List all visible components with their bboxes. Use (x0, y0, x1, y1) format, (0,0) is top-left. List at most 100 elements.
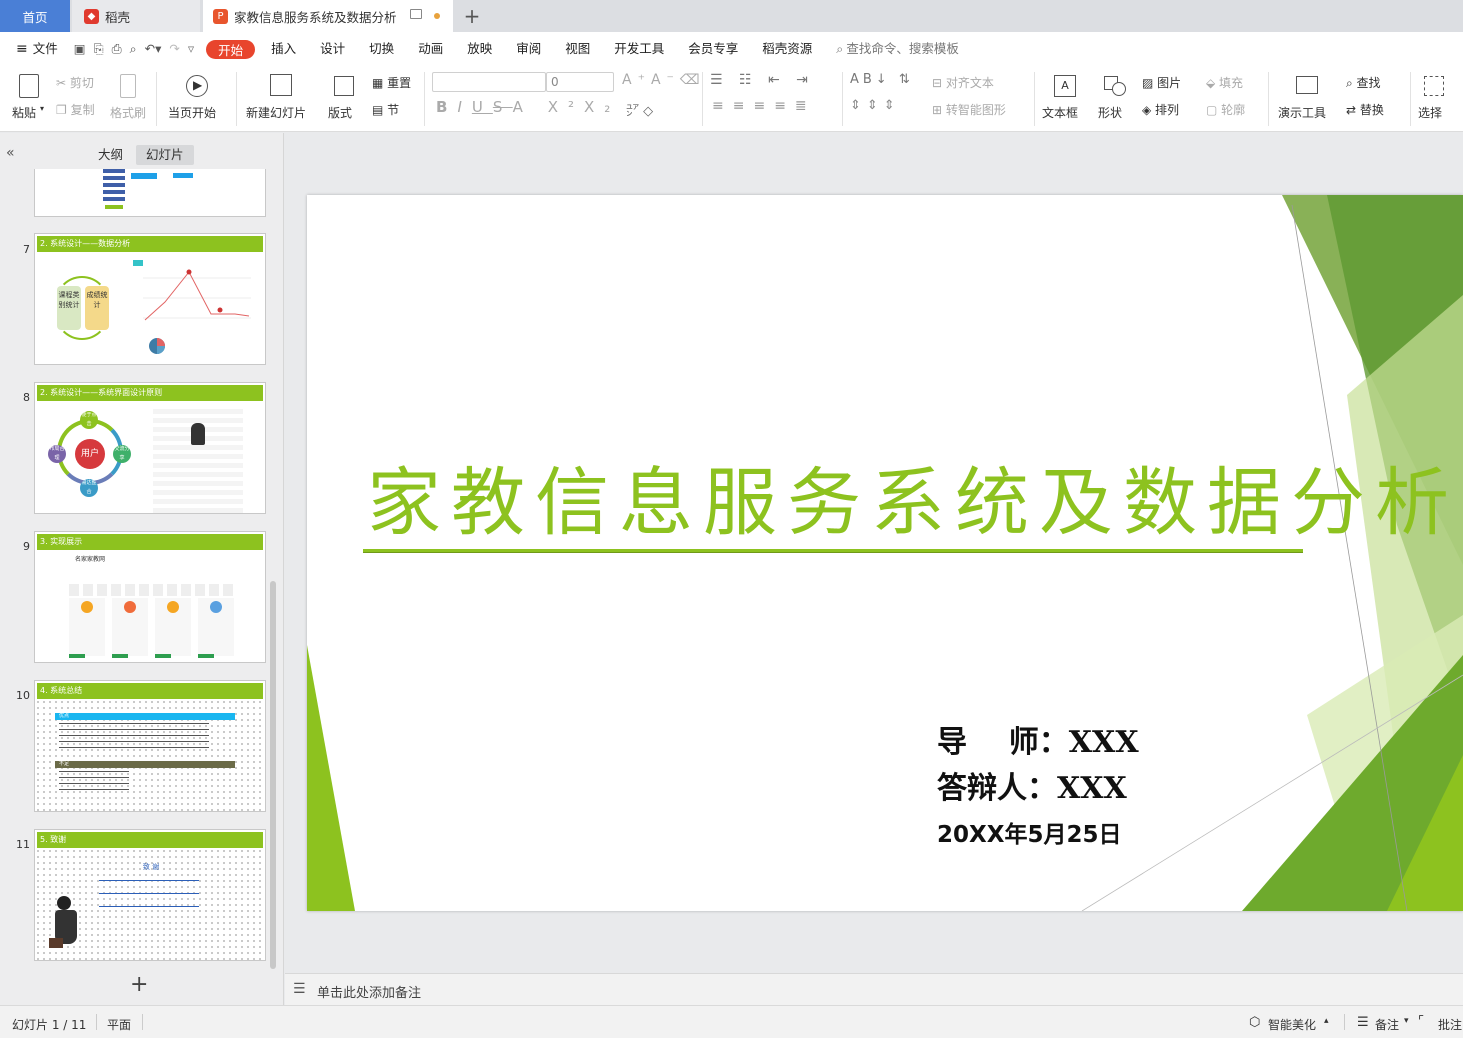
presentation-tools-button[interactable]: 演示工具 (1278, 70, 1338, 126)
ribbon-divider (424, 72, 425, 126)
thumbnail-title: 2. 系统设计——系统界面设计原则 (37, 385, 263, 401)
quick-access-dropdown-icon[interactable]: ▿ (184, 38, 202, 60)
menu-developer[interactable]: 开发工具 (602, 38, 676, 60)
person-image (191, 423, 205, 445)
outline-button[interactable]: ▢ 轮廓 (1206, 101, 1245, 118)
outline-icon: ▢ (1206, 103, 1222, 117)
paste-button[interactable]: 粘贴 ▾ (12, 70, 48, 126)
menu-design[interactable]: 设计 (308, 38, 357, 60)
monitor-icon[interactable] (410, 9, 422, 19)
defender-line[interactable]: 答辩人：XXX (937, 763, 1127, 807)
section-button[interactable]: ▤ 节 (372, 101, 399, 118)
preview-icon[interactable]: ⌕ (126, 38, 141, 60)
menu-animation[interactable]: 动画 (406, 38, 455, 60)
line-spacing-icons[interactable]: ⇕⇕⇕ (850, 98, 901, 113)
find-button[interactable]: ⌕ 查找 (1346, 74, 1381, 91)
tab-daoke[interactable]: ◆ 稻壳 (72, 0, 200, 32)
font-size-select[interactable]: 0 (546, 72, 614, 92)
menu-member[interactable]: 会员专享 (676, 38, 750, 60)
file-menu[interactable]: ≡ 文件 (0, 38, 70, 60)
slide-editor[interactable]: 家教信息服务系统及数据分析 导 师：XXX 答辩人：XXX 20XX年5月25日 (307, 195, 1463, 911)
slide-title[interactable]: 家教信息服务系统及数据分析 (367, 443, 1449, 550)
command-search[interactable]: ⌕ 查找命令、搜索模板 (824, 38, 971, 60)
menu-insert[interactable]: 插入 (259, 38, 308, 60)
file-menu-label: 文件 (32, 41, 58, 56)
thumbnail-node: 布局合理 (48, 445, 66, 463)
notes-pane[interactable]: ☰ 单击此处添加备注 (285, 973, 1463, 1005)
slide-thumbnail-10[interactable]: 4. 系统总结 优点 不足 (34, 680, 266, 812)
new-slide-button[interactable]: 新建幻灯片 (246, 70, 318, 126)
panel-scrollbar[interactable] (270, 581, 276, 969)
textbox-button[interactable]: A 文本框 (1042, 70, 1090, 126)
save-icon[interactable]: ▣ (70, 38, 90, 60)
menu-slideshow[interactable]: 放映 (455, 38, 504, 60)
layers-icon: ◈ (1142, 103, 1156, 117)
smart-beautify-button[interactable]: 智能美化 (1268, 1016, 1316, 1033)
align-text-button[interactable]: ⊟ 对齐文本 (932, 74, 994, 91)
thumbnail-text-lines (99, 880, 199, 912)
cut-button[interactable]: ✂ 剪切 (56, 74, 94, 91)
redo-icon[interactable]: ↷ (165, 38, 183, 60)
comments-button[interactable]: 批注 (1438, 1016, 1462, 1033)
textbox-label: 文本框 (1042, 106, 1079, 120)
collapse-panel-icon[interactable]: « (6, 145, 15, 161)
menu-transition[interactable]: 切换 (357, 38, 406, 60)
flowchart-shape (131, 173, 157, 179)
menu-home[interactable]: 开始 (206, 39, 256, 59)
phonetic-icon[interactable]: ㍐ ◇ (626, 100, 653, 119)
undo-icon[interactable]: ↶▾ (141, 38, 166, 60)
fill-button[interactable]: ⬙ 填充 (1206, 74, 1243, 91)
list-icons[interactable]: ☰ ☷ ⇤ ⇥ (710, 72, 814, 88)
slide-thumbnail-9[interactable]: 3. 实现展示 名家家教网 (34, 531, 266, 663)
tab-outline[interactable]: 大纲 (88, 145, 133, 165)
arrange-button[interactable]: ◈ 排列 (1142, 101, 1179, 118)
new-tab-button[interactable]: + (462, 0, 482, 32)
tab-slides[interactable]: 幻灯片 (136, 145, 194, 165)
play-from-current-button[interactable]: ▶ 当页开始 (166, 70, 226, 126)
export-icon[interactable]: ⎘ (90, 38, 108, 60)
menu-review[interactable]: 审阅 (504, 38, 553, 60)
copy-button[interactable]: ❐ 复制 (56, 101, 95, 118)
slide-thumbnail-7[interactable]: 2. 系统设计——数据分析 课程类别统计 成绩统计 (34, 233, 266, 365)
add-slide-button[interactable]: + (130, 973, 148, 997)
font-name-select[interactable] (432, 72, 546, 92)
flowchart-shape (103, 169, 125, 203)
smart-shape-icon: ⊞ (932, 103, 946, 117)
chevron-down-icon[interactable]: ▾ (1404, 1016, 1409, 1026)
chevron-up-icon[interactable]: ▴ (1324, 1016, 1329, 1026)
font-resize-icons[interactable]: A⁺A⁻⌫ (622, 72, 706, 88)
thumbnail-card (155, 598, 191, 656)
thumbnail-node: 交流分享 (113, 445, 131, 463)
paragraph-align-icons[interactable]: ≡≡≡≡≣ (712, 98, 816, 114)
replace-button[interactable]: ⇄ 替换 (1346, 101, 1384, 118)
text-direction-icons[interactable]: AB↓ ⇅ (850, 72, 914, 87)
print-icon[interactable]: ⎙ (108, 38, 126, 60)
slide-thumbnail-6[interactable] (34, 169, 266, 217)
select-button[interactable]: 选择 (1418, 70, 1458, 126)
menu-daoke-resources[interactable]: 稻壳资源 (750, 38, 824, 60)
thumbnail-chart (133, 260, 251, 354)
advisor-line[interactable]: 导 师：XXX (937, 717, 1139, 761)
shape-button[interactable]: 形状 (1098, 70, 1134, 126)
tab-home[interactable]: 首页 (0, 0, 70, 32)
theme-name[interactable]: 平面 (107, 1016, 131, 1033)
picture-button[interactable]: ▨ 图片 (1142, 74, 1181, 91)
picture-icon: ▨ (1142, 76, 1158, 90)
menu-view[interactable]: 视图 (553, 38, 602, 60)
layout-button[interactable]: 版式 (328, 70, 364, 126)
new-slide-icon (270, 74, 292, 96)
text-style-icons[interactable]: BIUSA X²X₂ (436, 98, 620, 116)
outline-label: 轮廓 (1221, 103, 1246, 117)
tab-document[interactable]: P 家教信息服务系统及数据分析 (203, 0, 453, 32)
title-underline (363, 549, 1303, 553)
reset-button[interactable]: ▦ 重置 (372, 74, 411, 91)
smart-shape-button[interactable]: ⊞ 转智能图形 (932, 101, 1006, 118)
slide-thumbnail-11[interactable]: 5. 致谢 致 谢 (34, 829, 266, 961)
slide-thumbnail-8[interactable]: 2. 系统设计——系统界面设计原则 用户 便于点击 交流分享 易达整合 布局合理 (34, 382, 266, 514)
presentation-tools-label: 演示工具 (1278, 106, 1327, 120)
notes-toggle-button[interactable]: 备注 (1375, 1016, 1399, 1033)
format-painter-button[interactable]: 格式刷 (110, 70, 150, 126)
replace-label: 替换 (1359, 103, 1384, 117)
date-line[interactable]: 20XX年5月25日 (937, 815, 1121, 849)
thumbnail-title: 2. 系统设计——数据分析 (37, 236, 263, 252)
